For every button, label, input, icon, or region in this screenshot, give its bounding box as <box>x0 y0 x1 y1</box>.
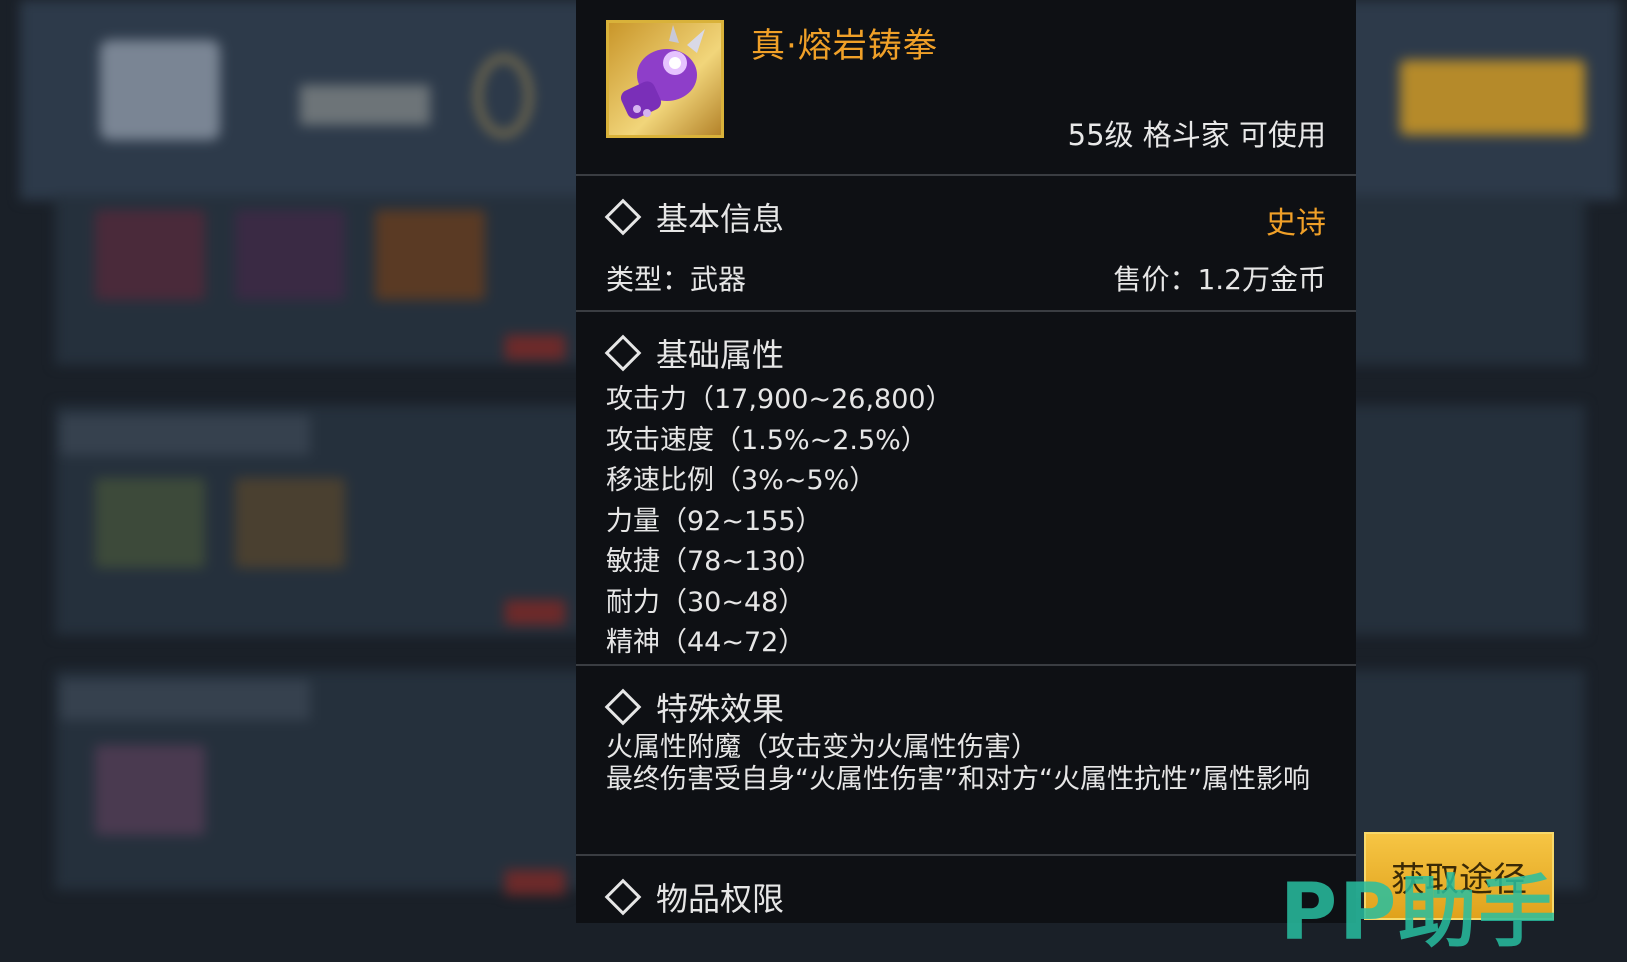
background-tile <box>235 478 345 568</box>
item-permission-title: 物品权限 <box>656 880 785 918</box>
base-attributes-title: 基础属性 <box>656 336 785 374</box>
background-ring-icon <box>475 55 532 137</box>
attribute-item: 攻击力（17,900~26,800） <box>606 384 953 415</box>
watermark-logo: PP助手 <box>1280 868 1559 958</box>
attribute-item: 力量（92~155） <box>606 505 823 537</box>
background-text <box>505 870 565 895</box>
effect-line: 火属性附魔（攻击变为火属性伤害） <box>606 732 1038 763</box>
section-title: 物品权限 <box>604 874 785 920</box>
background-avatar <box>100 40 220 140</box>
rarity-label: 史诗 <box>1266 206 1326 241</box>
item-requirement: 55级 格斗家 可使用 <box>1067 118 1326 152</box>
attribute-item: 移速比例（3%~5%） <box>606 465 877 496</box>
item-type: 类型：武器 <box>606 263 747 296</box>
effect-line: 最终伤害受自身“火属性伤害”和对方“火属性抗性”属性影响 <box>606 764 1310 795</box>
section-title: 基本信息 <box>604 194 785 240</box>
background-button <box>1400 60 1585 135</box>
attribute-item: 精神（44~72） <box>606 627 806 658</box>
item-icon-frame <box>606 20 724 138</box>
attribute-item: 攻击速度（1.5%~2.5%） <box>606 424 928 456</box>
item-header: 真·熔岩铸拳 55级 格斗家 可使用 <box>576 0 1356 176</box>
item-tooltip: 真·熔岩铸拳 55级 格斗家 可使用 基本信息 史诗 类型：武器 售价：1.2万… <box>576 0 1356 923</box>
attribute-item: 敏捷（78~130） <box>606 546 823 577</box>
background-title <box>300 85 430 125</box>
background-text <box>505 600 565 625</box>
special-effect-section: 特殊效果 火属性附魔（攻击变为火属性伤害） 最终伤害受自身“火属性伤害”和对方“… <box>576 666 1356 856</box>
item-price: 售价：1.2万金币 <box>1113 263 1326 296</box>
item-name: 真·熔岩铸拳 <box>751 26 938 66</box>
background-text <box>505 335 565 360</box>
background-section-title <box>60 680 310 720</box>
section-title: 特殊效果 <box>604 684 785 730</box>
diamond-icon <box>604 688 642 726</box>
attribute-list: 攻击力（17,900~26,800） 攻击速度（1.5%~2.5%） 移速比例（… <box>606 380 953 664</box>
background-tile <box>95 210 205 300</box>
special-effect-title: 特殊效果 <box>656 690 785 728</box>
background-tile <box>95 478 205 568</box>
basic-info-section: 基本信息 史诗 类型：武器 售价：1.2万金币 <box>576 176 1356 312</box>
base-attributes-section: 基础属性 攻击力（17,900~26,800） 攻击速度（1.5%~2.5%） … <box>576 312 1356 666</box>
background-section-title <box>60 415 310 455</box>
item-permission-section[interactable]: 物品权限 <box>576 856 1356 926</box>
effect-text: 火属性附魔（攻击变为火属性伤害） 最终伤害受自身“火属性伤害”和对方“火属性抗性… <box>606 732 1316 796</box>
diamond-icon <box>604 198 642 236</box>
diamond-icon <box>604 878 642 916</box>
background-tile <box>235 210 345 300</box>
attribute-item: 耐力（30~48） <box>606 586 806 618</box>
section-title: 基础属性 <box>604 330 785 376</box>
diamond-icon <box>604 334 642 372</box>
purple-gauntlet-icon <box>620 25 705 119</box>
basic-info-title: 基本信息 <box>656 200 785 238</box>
background-tile <box>95 745 205 835</box>
background-tile <box>375 210 485 300</box>
